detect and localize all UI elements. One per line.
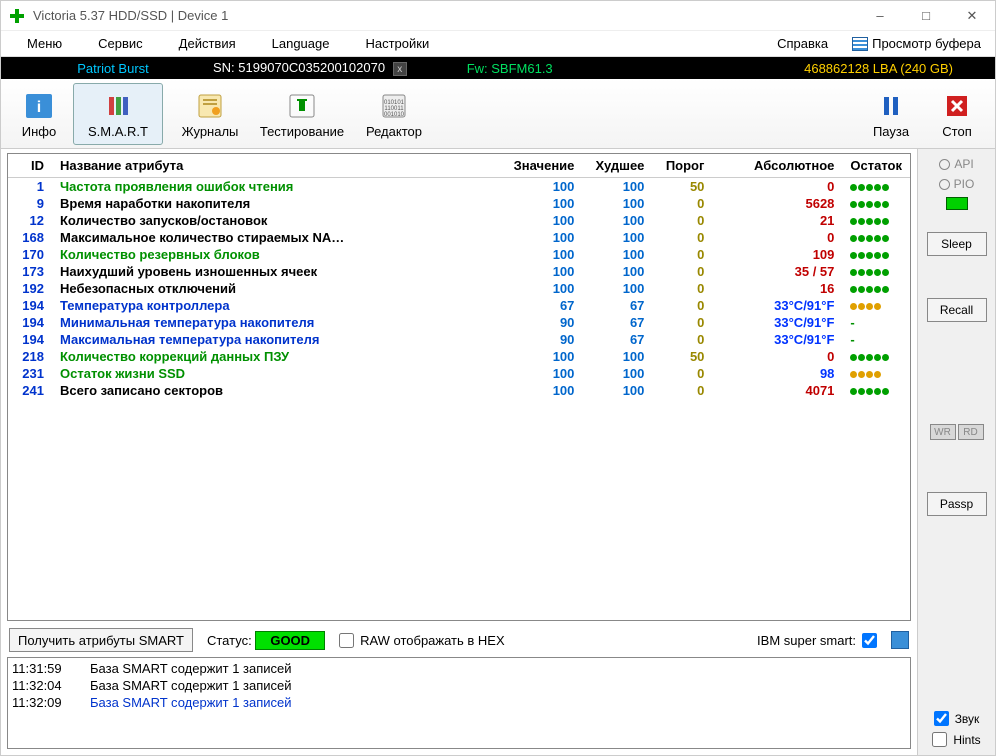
smart-controls: Получить атрибуты SMART Статус: GOOD RAW… bbox=[7, 625, 911, 655]
close-button[interactable]: ✕ bbox=[949, 1, 995, 31]
firmware: Fw: SBFM61.3 bbox=[467, 61, 553, 76]
ibm-checkbox[interactable]: IBM super smart: bbox=[757, 633, 877, 648]
stop-icon bbox=[938, 90, 976, 122]
raw-hex-checkbox[interactable]: RAW отображать в HEX bbox=[339, 633, 505, 648]
table-row[interactable]: 192Небезопасных отключений100100016 bbox=[8, 280, 910, 297]
col-abs[interactable]: Абсолютное bbox=[712, 154, 842, 178]
table-row[interactable]: 241Всего записано секторов10010004071 bbox=[8, 382, 910, 399]
menu-item[interactable]: Настройки bbox=[347, 32, 447, 55]
tab-testing[interactable]: Тестирование bbox=[257, 83, 347, 145]
svg-text:i: i bbox=[37, 99, 41, 116]
lba-capacity: 468862128 LBA (240 GB) bbox=[804, 61, 953, 76]
table-row[interactable]: 194Максимальная температура накопителя90… bbox=[8, 331, 910, 348]
table-row[interactable]: 168Максимальное количество стираемых NA…… bbox=[8, 229, 910, 246]
tab-smart[interactable]: S.M.A.R.T bbox=[73, 83, 163, 145]
serial-number: SN: 5199070C035200102070 x bbox=[213, 60, 407, 77]
editor-icon: 010101110011001010 bbox=[375, 90, 413, 122]
hints-checkbox[interactable]: Hints bbox=[932, 732, 980, 747]
device-infostrip: Patriot Burst SN: 5199070C035200102070 x… bbox=[1, 57, 995, 79]
menu-item[interactable]: Сервис bbox=[80, 32, 161, 55]
log-line: 11:32:04База SMART содержит 1 записей bbox=[12, 677, 906, 694]
col-worst[interactable]: Худшее bbox=[582, 154, 652, 178]
tab-journals[interactable]: Журналы bbox=[165, 83, 255, 145]
side-panel: API PIO Sleep Recall WR RD Passp Звук Hi… bbox=[917, 149, 995, 755]
sound-checkbox[interactable]: Звук bbox=[934, 711, 980, 726]
view-buffer-label: Просмотр буфера bbox=[872, 36, 981, 51]
log-area[interactable]: 11:31:59База SMART содержит 1 записей11:… bbox=[7, 657, 911, 749]
sleep-button[interactable]: Sleep bbox=[927, 232, 987, 256]
buffer-icon bbox=[852, 37, 868, 51]
stop-button[interactable]: Стоп bbox=[925, 83, 989, 145]
pause-icon bbox=[872, 90, 910, 122]
table-row[interactable]: 218Количество коррекций данных ПЗУ100100… bbox=[8, 348, 910, 365]
recall-button[interactable]: Recall bbox=[927, 298, 987, 322]
col-thresh[interactable]: Порог bbox=[652, 154, 712, 178]
menu-item[interactable]: Справка bbox=[759, 32, 846, 55]
table-row[interactable]: 194Минимальная температура накопителя906… bbox=[8, 314, 910, 331]
col-value[interactable]: Значение bbox=[506, 154, 583, 178]
ibm-color-button[interactable] bbox=[891, 631, 909, 649]
svg-text:001010: 001010 bbox=[384, 112, 405, 118]
table-row[interactable]: 231Остаток жизни SSD100100098 bbox=[8, 365, 910, 382]
device-name: Patriot Burst bbox=[13, 61, 213, 76]
menu-item[interactable]: Действия bbox=[161, 32, 254, 55]
menu-item[interactable]: Меню bbox=[9, 32, 80, 55]
get-smart-button[interactable]: Получить атрибуты SMART bbox=[9, 628, 193, 652]
view-buffer-button[interactable]: Просмотр буфера bbox=[846, 36, 987, 51]
tab-editor[interactable]: 010101110011001010 Редактор bbox=[349, 83, 439, 145]
status-badge: GOOD bbox=[255, 631, 325, 650]
wr-rd-buttons: WR RD bbox=[930, 424, 984, 440]
testing-icon bbox=[283, 90, 321, 122]
passp-button[interactable]: Passp bbox=[927, 492, 987, 516]
smart-icon bbox=[99, 90, 137, 122]
pause-button[interactable]: Пауза bbox=[859, 83, 923, 145]
menu-item[interactable]: Language bbox=[254, 32, 348, 55]
col-remain[interactable]: Остаток bbox=[842, 154, 910, 178]
table-row[interactable]: 173Наихудший уровень изношенных ячеек100… bbox=[8, 263, 910, 280]
tab-info[interactable]: i Инфо bbox=[7, 83, 71, 145]
pio-radio[interactable]: PIO bbox=[939, 177, 975, 191]
smart-table: ID Название атрибута Значение Худшее Пор… bbox=[8, 154, 910, 399]
table-row[interactable]: 12Количество запусков/остановок100100021 bbox=[8, 212, 910, 229]
sn-close-icon[interactable]: x bbox=[393, 62, 407, 76]
toolbar: i Инфо S.M.A.R.T Журналы Тестирование 01… bbox=[1, 79, 995, 149]
wr-button[interactable]: WR bbox=[930, 424, 956, 440]
status-block: Статус: GOOD bbox=[207, 631, 325, 650]
info-icon: i bbox=[20, 90, 58, 122]
col-name[interactable]: Название атрибута bbox=[52, 154, 506, 178]
log-line: 11:32:09База SMART содержит 1 записей bbox=[12, 694, 906, 711]
table-row[interactable]: 9Время наработки накопителя10010005628 bbox=[8, 195, 910, 212]
table-row[interactable]: 194Температура контроллера6767033°C/91°F bbox=[8, 297, 910, 314]
journals-icon bbox=[191, 90, 229, 122]
window-title: Victoria 5.37 HDD/SSD | Device 1 bbox=[33, 8, 857, 23]
maximize-button[interactable]: □ bbox=[903, 1, 949, 31]
app-icon bbox=[9, 8, 25, 24]
smart-table-container[interactable]: ID Название атрибута Значение Худшее Пор… bbox=[7, 153, 911, 621]
menubar: Меню Сервис Действия Language Настройки … bbox=[1, 31, 995, 57]
table-row[interactable]: 1Частота проявления ошибок чтения1001005… bbox=[8, 178, 910, 196]
minimize-button[interactable]: – bbox=[857, 1, 903, 31]
log-line: 11:31:59База SMART содержит 1 записей bbox=[12, 660, 906, 677]
activity-led bbox=[946, 197, 968, 210]
table-row[interactable]: 170Количество резервных блоков1001000109 bbox=[8, 246, 910, 263]
col-id[interactable]: ID bbox=[8, 154, 52, 178]
api-radio[interactable]: API bbox=[939, 157, 973, 171]
rd-button[interactable]: RD bbox=[958, 424, 984, 440]
titlebar: Victoria 5.37 HDD/SSD | Device 1 – □ ✕ bbox=[1, 1, 995, 31]
